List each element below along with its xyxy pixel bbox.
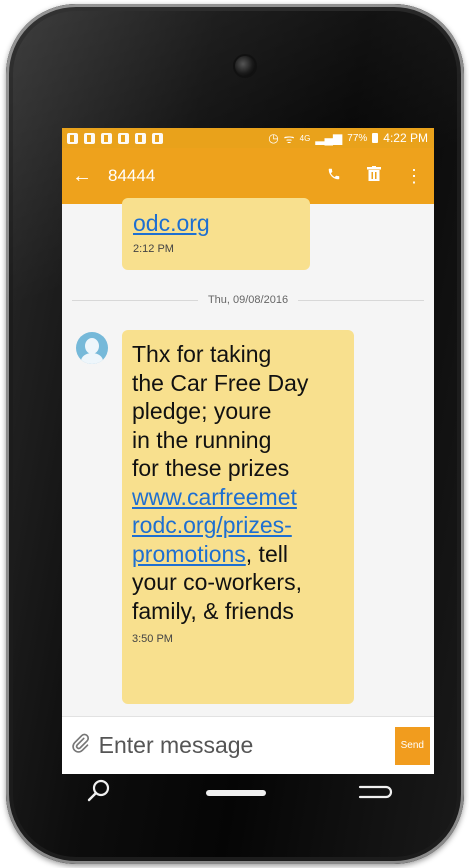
message-composer: Send <box>62 716 434 774</box>
notification-icon <box>152 132 163 144</box>
message-text: Thx for taking the Car Free Day pledge; … <box>132 340 344 625</box>
avatar-body <box>81 353 103 364</box>
clock: 4:22 PM <box>383 131 428 145</box>
date-separator: Thu, 09/08/2016 <box>62 290 434 310</box>
signal-icon: ▂▄▆ <box>315 131 343 145</box>
back-arrow-icon[interactable]: ← <box>62 165 102 188</box>
message-link[interactable]: promotions <box>132 541 246 567</box>
message-line: pledge; youre <box>132 398 272 424</box>
message-bubble-previous[interactable]: odc.org 2:12 PM <box>122 198 310 270</box>
notification-icon <box>135 132 146 144</box>
notification-icon <box>118 132 129 144</box>
message-line: family, & friends <box>132 597 294 624</box>
message-bubble-latest[interactable]: Thx for taking the Car Free Day pledge; … <box>122 330 354 704</box>
message-line: your co-workers, <box>132 569 302 595</box>
message-link[interactable]: www.carfreemet <box>132 484 297 510</box>
message-link[interactable]: odc.org <box>133 210 210 236</box>
more-vert-icon[interactable]: ⋮ <box>394 166 434 187</box>
message-line: , tell <box>245 540 288 567</box>
search-icon[interactable] <box>86 778 112 804</box>
message-input[interactable] <box>98 732 395 759</box>
message-line: Thx for taking <box>132 341 272 367</box>
send-button[interactable]: Send <box>394 726 430 765</box>
conversation-title: 84444 <box>108 166 156 185</box>
network-type: 4G <box>299 133 311 143</box>
message-link[interactable]: rodc.org/prizes- <box>132 512 292 538</box>
alarm-icon: ◷ <box>268 131 279 145</box>
avatar-face <box>85 338 99 354</box>
front-camera <box>235 56 255 76</box>
back-key-icon[interactable] <box>356 784 394 800</box>
phone-screen: ◷ ᯤ 4G ▂▄▆ 77% 4:22 PM ← 84444 ⋮ odc.org… <box>62 128 434 774</box>
message-line: the Car Free Day <box>132 369 309 396</box>
divider <box>298 299 424 301</box>
conversation-toolbar: ← 84444 ⋮ <box>62 148 434 204</box>
status-bar: ◷ ᯤ 4G ▂▄▆ 77% 4:22 PM <box>62 128 434 148</box>
status-indicators: ◷ ᯤ 4G ▂▄▆ 77% 4:22 PM <box>268 130 428 147</box>
battery-icon <box>372 133 379 143</box>
message-time: 3:50 PM <box>132 633 173 645</box>
notification-icons <box>67 132 163 144</box>
divider <box>72 299 198 301</box>
home-button[interactable] <box>206 790 266 796</box>
phone-icon[interactable] <box>314 167 354 186</box>
notification-icon <box>67 132 78 144</box>
date-label: Thu, 09/08/2016 <box>207 294 289 306</box>
message-list[interactable]: odc.org 2:12 PM Thu, 09/08/2016 Thx for … <box>62 198 434 716</box>
message-time: 2:12 PM <box>133 243 174 255</box>
notification-icon <box>84 132 95 144</box>
message-line: in the running <box>132 426 272 453</box>
notification-icon <box>101 132 112 144</box>
attach-icon[interactable] <box>62 733 99 759</box>
wifi-icon: ᯤ <box>283 131 295 146</box>
battery-percent: 77% <box>347 132 368 144</box>
trash-icon[interactable] <box>354 166 394 186</box>
message-line: for these prizes <box>132 455 290 481</box>
avatar[interactable] <box>76 332 108 364</box>
